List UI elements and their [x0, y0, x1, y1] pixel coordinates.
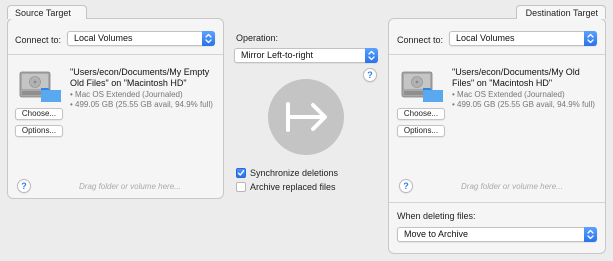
destination-connect-popup[interactable]: Local Volumes	[449, 31, 597, 46]
source-volume-name: "Users/econ/Documents/My Empty Old Files…	[70, 67, 210, 88]
destination-drag-hint: Drag folder or volume here...	[461, 182, 563, 191]
checkmark-icon	[237, 170, 245, 176]
destination-divider-lower	[389, 202, 605, 203]
source-drag-hint: Drag folder or volume here...	[79, 182, 181, 191]
archive-replaced-checkbox[interactable]	[236, 182, 246, 192]
destination-choose-button[interactable]: Choose...	[397, 108, 445, 120]
hard-drive-icon	[399, 68, 443, 102]
chevron-up-down-icon	[584, 31, 597, 46]
destination-volume-details: • Mac OS Extended (Journaled) • 499.05 G…	[452, 90, 595, 109]
deleting-files-popup[interactable]: Move to Archive	[397, 227, 597, 242]
destination-connect-label: Connect to:	[397, 35, 444, 45]
source-options-button[interactable]: Options...	[15, 125, 63, 137]
source-volume-details: • Mac OS Extended (Journaled) • 499.05 G…	[70, 90, 213, 109]
operation-help-button[interactable]: ?	[363, 68, 377, 82]
sync-deletions-checkbox[interactable]	[236, 168, 246, 178]
deleting-files-label: When deleting files:	[397, 211, 476, 221]
hard-drive-icon	[17, 68, 61, 102]
sync-direction-indicator	[268, 79, 344, 155]
archive-replaced-label: Archive replaced files	[250, 182, 336, 192]
destination-help-button[interactable]: ?	[399, 179, 413, 193]
operation-popup[interactable]: Mirror Left-to-right	[234, 48, 378, 63]
deleting-files-value: Move to Archive	[404, 229, 469, 239]
source-divider	[8, 54, 223, 55]
source-connect-value: Local Volumes	[74, 33, 133, 43]
source-help-button[interactable]: ?	[17, 179, 31, 193]
sync-deletions-label: Synchronize deletions	[250, 168, 339, 178]
tab-destination-target: Destination Target	[516, 5, 606, 19]
destination-volume-name: "Users/econ/Documents/My Old Files" on "…	[452, 67, 580, 88]
operation-label: Operation:	[236, 33, 279, 43]
chevron-up-down-icon	[202, 31, 215, 46]
destination-divider	[389, 54, 605, 55]
tab-source-target: Source Target	[7, 5, 87, 19]
source-connect-label: Connect to:	[15, 35, 62, 45]
chevron-up-down-icon	[365, 48, 378, 63]
source-choose-button[interactable]: Choose...	[15, 108, 63, 120]
chevron-up-down-icon	[584, 227, 597, 242]
source-connect-popup[interactable]: Local Volumes	[67, 31, 215, 46]
arrow-right-to-bar-icon	[286, 102, 327, 132]
operation-value: Mirror Left-to-right	[241, 50, 314, 60]
destination-options-button[interactable]: Options...	[397, 125, 445, 137]
destination-connect-value: Local Volumes	[456, 33, 515, 43]
